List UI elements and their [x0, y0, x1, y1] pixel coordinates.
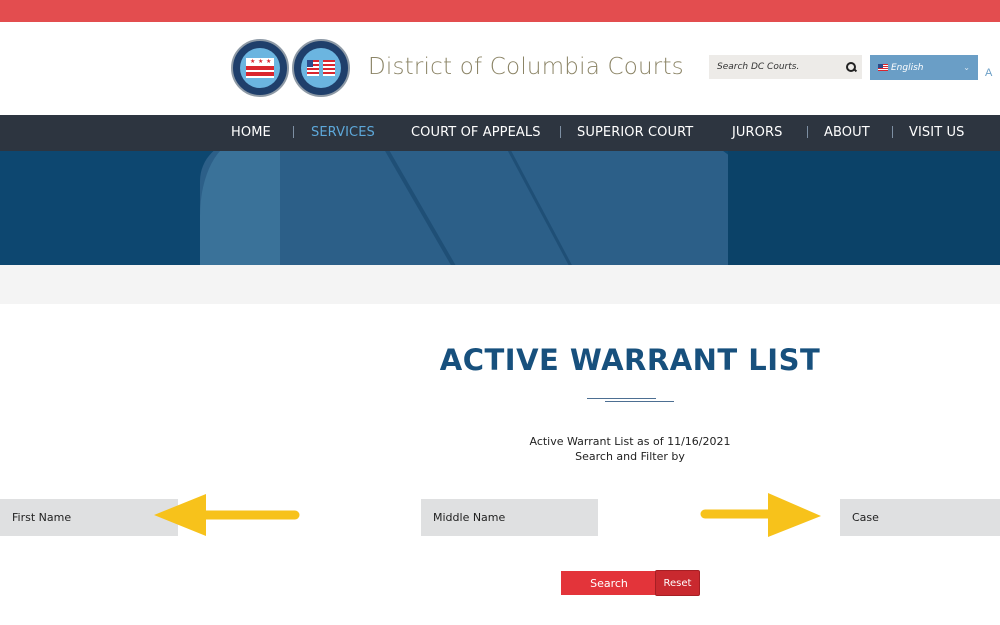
font-size-toggle[interactable]: A: [985, 67, 992, 79]
nav-item-jurors[interactable]: JURORS: [732, 115, 783, 151]
dc-flag-icon: [323, 60, 335, 76]
middle-name-input[interactable]: [421, 499, 598, 536]
case-input[interactable]: [840, 499, 1000, 536]
page-title: ACTIVE WARRANT LIST: [439, 343, 821, 377]
main-nav: HOME SERVICES COURT OF APPEALS SUPERIOR …: [0, 115, 1000, 151]
nav-divider: [807, 126, 808, 138]
site-search[interactable]: [709, 55, 862, 79]
us-flag-icon: [878, 64, 888, 71]
reset-button[interactable]: Reset: [655, 570, 700, 596]
nav-item-visit-us[interactable]: VISIT US: [909, 115, 964, 151]
chevron-down-icon: ⌄: [963, 63, 970, 72]
superior-court-seal-logo[interactable]: [292, 39, 350, 97]
nav-item-court-of-appeals[interactable]: COURT OF APPEALS: [411, 115, 541, 151]
court-of-appeals-seal-logo[interactable]: ★ ★ ★: [231, 39, 289, 97]
breadcrumb-band: [0, 265, 1000, 304]
search-icon[interactable]: [846, 62, 856, 72]
language-select[interactable]: English ⌄: [870, 55, 978, 80]
dc-flag-icon: ★ ★ ★: [246, 58, 274, 78]
language-selected-label: English: [891, 62, 924, 73]
nav-divider: [293, 126, 294, 138]
site-title[interactable]: District of Columbia Courts: [368, 54, 684, 80]
nav-divider: [892, 126, 893, 138]
site-search-input[interactable]: [717, 62, 837, 72]
hero-banner: [0, 151, 1000, 265]
arrow-left-icon: [154, 494, 300, 536]
title-divider: [587, 398, 656, 399]
as-of-date-text: Active Warrant List as of 11/16/2021: [529, 435, 731, 448]
nav-item-home[interactable]: HOME: [231, 115, 271, 151]
site-header: ★ ★ ★ District of Columbia Courts Englis…: [0, 22, 1000, 115]
us-flag-icon: [307, 60, 319, 76]
nav-item-superior-court[interactable]: SUPERIOR COURT: [577, 115, 693, 151]
arrow-right-icon: [700, 493, 821, 537]
title-divider: [605, 401, 674, 402]
top-accent-bar: [0, 0, 1000, 22]
nav-item-about[interactable]: ABOUT: [824, 115, 870, 151]
search-button[interactable]: Search: [561, 571, 657, 595]
nav-item-services[interactable]: SERVICES: [311, 115, 375, 151]
filter-label: Search and Filter by: [575, 450, 685, 463]
nav-divider: [560, 126, 561, 138]
